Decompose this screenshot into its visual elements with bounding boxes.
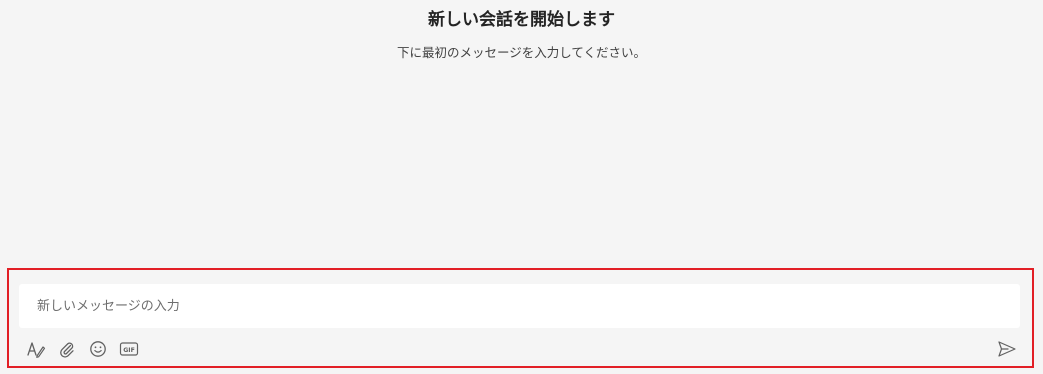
paperclip-icon[interactable] [56, 338, 78, 360]
compose-box-highlight: GIF [7, 268, 1034, 368]
compose-toolbar: GIF [25, 338, 149, 360]
empty-state-title: 新しい会話を開始します [428, 10, 615, 30]
gif-label: GIF [123, 347, 135, 354]
format-icon[interactable] [25, 338, 47, 360]
send-icon[interactable] [996, 338, 1018, 360]
empty-state-subtitle: 下に最初のメッセージを入力してください。 [396, 45, 646, 60]
gif-icon[interactable]: GIF [118, 338, 140, 360]
empty-conversation: 新しい会話を開始します 下に最初のメッセージを入力してください。 [0, 0, 1043, 61]
message-input[interactable] [19, 284, 1020, 328]
emoji-icon[interactable] [87, 338, 109, 360]
